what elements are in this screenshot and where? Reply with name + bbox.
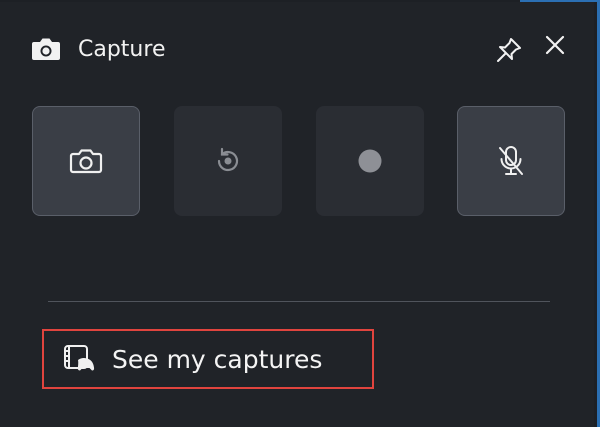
gallery-icon xyxy=(64,345,95,371)
start-recording-button[interactable] xyxy=(316,106,424,216)
widget-header: Capture xyxy=(30,32,165,66)
capture-panel: Capture See my captures xyxy=(0,2,594,427)
capture-widget-window: Capture See my captures xyxy=(0,0,600,427)
camera-icon xyxy=(69,149,103,174)
see-my-captures-label: See my captures xyxy=(112,344,323,374)
record-dot-icon xyxy=(358,149,382,173)
mic-off-icon xyxy=(499,146,523,175)
rewind-record-icon xyxy=(217,147,239,172)
see-my-captures-link[interactable]: See my captures xyxy=(42,329,374,389)
pin-icon[interactable] xyxy=(494,35,524,65)
record-last-30-seconds-button[interactable] xyxy=(174,106,282,216)
microphone-toggle-button[interactable] xyxy=(457,106,565,216)
section-divider xyxy=(48,301,550,302)
close-icon[interactable] xyxy=(542,32,568,58)
screenshot-button[interactable] xyxy=(32,106,140,216)
widget-title: Capture xyxy=(78,36,166,62)
camera-icon xyxy=(32,38,60,60)
